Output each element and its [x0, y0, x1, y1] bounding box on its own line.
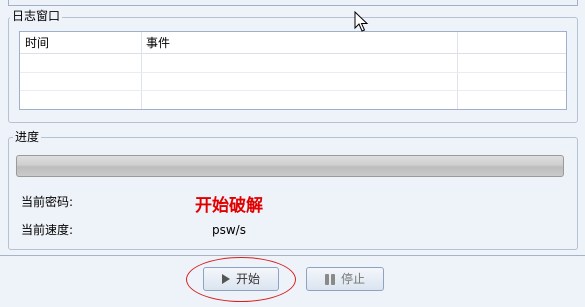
progress-bar: [16, 155, 564, 177]
current-speed-value: psw/s: [212, 223, 246, 237]
start-button-highlight-circle: [186, 257, 296, 302]
log-table[interactable]: 时间 事件: [19, 31, 567, 110]
start-cracking-annotation: 开始破解: [195, 196, 263, 216]
log-window-title: 日志窗口: [10, 9, 63, 23]
progress-title: 进度: [13, 130, 42, 144]
pause-icon: [324, 273, 335, 285]
mouse-pointer-icon: [354, 11, 369, 32]
app-window: 日志窗口 时间 事件 进度 当前密码: 当前速度: psw/s 开始破解 开始 …: [0, 0, 585, 307]
button-bar-divider: [0, 255, 585, 256]
stop-button-label: 停止: [340, 272, 365, 286]
top-panel-edge: [8, 0, 578, 6]
log-table-header: 时间 事件: [20, 32, 566, 54]
current-speed-label: 当前速度:: [21, 223, 74, 237]
column-header-time[interactable]: 时间: [20, 32, 141, 54]
stop-button[interactable]: 停止: [306, 267, 384, 291]
column-separator: [141, 32, 142, 109]
column-separator: [457, 32, 458, 109]
column-header-extra[interactable]: [457, 32, 566, 54]
progress-group: [8, 137, 578, 250]
column-header-event[interactable]: 事件: [141, 32, 457, 54]
row-gridline: [20, 72, 566, 73]
current-password-label: 当前密码:: [21, 195, 74, 209]
row-gridline: [20, 90, 566, 91]
